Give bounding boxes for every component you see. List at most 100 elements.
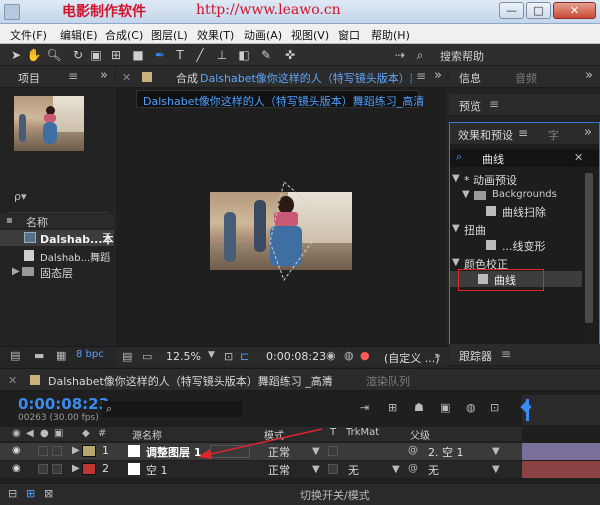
solo-toggle[interactable]: [38, 464, 48, 474]
lock-toggle[interactable]: [52, 464, 62, 474]
collapse-arrow-icon[interactable]: ▼: [462, 189, 470, 200]
lock-toggle[interactable]: [52, 446, 62, 456]
composition-breadcrumb[interactable]: Dalshabet像你这样的人（特写镜头版本）舞蹈练习_高清: [136, 90, 424, 108]
layer-duration-bar[interactable]: [522, 461, 600, 478]
show-snapshot-icon[interactable]: ◍: [344, 349, 354, 362]
close-tab-icon[interactable]: ✕: [122, 71, 131, 84]
project-search-input[interactable]: ρ▾: [14, 190, 27, 203]
column-number[interactable]: #: [98, 428, 106, 439]
label-color-swatch[interactable]: [82, 445, 96, 457]
tree-item[interactable]: ...线变形: [450, 237, 582, 253]
minimize-button[interactable]: —: [499, 2, 524, 19]
menu-view[interactable]: 视图(V): [291, 27, 329, 43]
panel-overflow-icon[interactable]: »: [434, 349, 441, 362]
zoom-select[interactable]: 12.5%: [166, 350, 201, 363]
panel-overflow-icon[interactable]: »: [584, 125, 592, 140]
preserve-transparency-toggle[interactable]: [328, 464, 338, 474]
lock-icon[interactable]: ▣: [54, 428, 63, 439]
transfer-controls-icon[interactable]: ⊞: [26, 487, 35, 500]
clone-stamp-tool-icon[interactable]: ⊥: [214, 47, 230, 63]
scrollbar-thumb[interactable]: [585, 173, 593, 323]
tree-item[interactable]: ▼ * 动画预设: [450, 171, 582, 187]
panel-menu-icon[interactable]: ≡: [518, 126, 528, 140]
layer-parent-select[interactable]: 无: [428, 462, 439, 478]
mask-visibility-icon[interactable]: ⊏: [240, 350, 249, 363]
roto-brush-tool-icon[interactable]: ✎: [258, 47, 274, 63]
motion-blur-icon[interactable]: ◍: [466, 401, 476, 414]
label-color-swatch[interactable]: [82, 463, 96, 475]
safe-margins-icon[interactable]: ⊡: [224, 350, 233, 363]
menu-layer[interactable]: 图层(L): [151, 27, 188, 43]
frame-blending-icon[interactable]: ▣: [440, 401, 450, 414]
column-t[interactable]: T: [330, 427, 336, 438]
hand-tool-icon[interactable]: ✋: [26, 47, 42, 63]
camera-tool-icon[interactable]: ▣: [88, 47, 104, 63]
composition-viewer[interactable]: [210, 181, 352, 282]
layer-trkmat-select[interactable]: 无: [348, 462, 359, 478]
in-out-icon[interactable]: ⊠: [44, 487, 53, 500]
chevron-down-icon[interactable]: ▼: [492, 446, 500, 457]
draft-3d-icon[interactable]: ⊞: [388, 401, 397, 414]
eye-icon[interactable]: ◉: [12, 463, 21, 474]
tab-tracker[interactable]: 跟踪器: [459, 348, 492, 364]
eye-icon[interactable]: ◉: [12, 445, 21, 456]
new-comp-icon[interactable]: ▦: [56, 349, 66, 362]
layer-row[interactable]: ◉ ▶ 2 空 1 正常 ▼ 无 ▼ @ 无 ▼: [0, 461, 522, 478]
tab-composition[interactable]: Dalshabet像你这样的人（特写镜头版本）舞蹈: [200, 70, 412, 86]
puppet-tool-icon[interactable]: ✜: [282, 47, 298, 63]
panel-menu-icon[interactable]: ≡: [68, 69, 78, 83]
chevron-down-icon[interactable]: ▼: [208, 350, 215, 360]
expand-arrow-icon[interactable]: ▶: [72, 463, 80, 474]
panel-menu-icon[interactable]: ≡: [416, 69, 426, 83]
column-parent[interactable]: 父级: [410, 427, 430, 442]
close-button[interactable]: ✕: [553, 2, 596, 19]
effects-scrollbar[interactable]: [584, 171, 594, 347]
menu-window[interactable]: 窗口: [338, 27, 360, 43]
rectangle-tool-icon[interactable]: ■: [130, 47, 146, 63]
rotate-tool-icon[interactable]: ↻: [70, 47, 86, 63]
project-item[interactable]: Dalshab...舞蹈: [0, 247, 114, 264]
expand-arrow-icon[interactable]: ▶: [12, 266, 20, 277]
expand-layer-switches-icon[interactable]: ⊟: [8, 487, 17, 500]
layer-name[interactable]: 空 1: [146, 462, 168, 478]
layer-mode-select[interactable]: 正常: [268, 462, 290, 478]
zoom-tool-icon[interactable]: 🔍︎: [46, 47, 62, 63]
panel-overflow-icon[interactable]: »: [585, 68, 593, 83]
new-folder-icon[interactable]: ▬: [34, 349, 44, 362]
tab-effects-presets[interactable]: 效果和预设: [458, 127, 513, 143]
project-item[interactable]: Dalshab...本 ⊤: [0, 230, 114, 246]
menu-file[interactable]: 文件(F): [10, 27, 47, 43]
tree-item[interactable]: ▼ 扭曲: [450, 221, 582, 237]
timeline-search[interactable]: ⌕: [102, 401, 242, 417]
column-name[interactable]: 名称: [26, 214, 48, 230]
tab-character[interactable]: 字: [548, 127, 559, 143]
search-help-label[interactable]: 搜索帮助: [440, 48, 484, 64]
column-trkmat[interactable]: TrkMat: [346, 427, 379, 438]
tab-preview[interactable]: 预览: [459, 98, 481, 114]
pen-tool-icon[interactable]: ✒: [152, 47, 168, 63]
tab-timeline-comp[interactable]: Dalshabet像你这样的人（特写镜头版本）舞蹈练习 _高清: [48, 373, 333, 389]
clear-search-icon[interactable]: ✕: [574, 151, 583, 164]
comp-mini-flowchart-icon[interactable]: ⇥: [360, 401, 369, 414]
tab-render-queue[interactable]: 渲染队列: [366, 373, 410, 389]
bit-depth-label[interactable]: 8 bpc: [76, 349, 104, 360]
type-tool-icon[interactable]: T: [172, 47, 188, 63]
resolution-select[interactable]: (自定义 ...): [384, 350, 440, 366]
lock-icon[interactable]: [142, 72, 152, 82]
tab-composition-prefix[interactable]: 合成: [176, 70, 198, 86]
project-item[interactable]: ▶ 固态层: [0, 264, 114, 280]
menu-help[interactable]: 帮助(H): [371, 27, 410, 43]
menu-effect[interactable]: 效果(T): [197, 27, 234, 43]
flowchart-icon[interactable]: ⊤: [102, 231, 112, 244]
channel-rgb-icon[interactable]: ●: [360, 349, 370, 362]
monitor-icon[interactable]: ▭: [142, 350, 152, 363]
always-preview-icon[interactable]: ▤: [122, 350, 132, 363]
effects-search-field[interactable]: ⌕ 曲线 ✕: [450, 149, 599, 167]
playhead-marker-icon[interactable]: [520, 401, 532, 413]
graph-editor-icon[interactable]: ⊡: [490, 401, 499, 414]
shy-layers-icon[interactable]: ☗: [414, 401, 424, 414]
tree-item[interactable]: ▼ Backgrounds: [450, 187, 582, 203]
menu-composition[interactable]: 合成(C): [105, 27, 143, 43]
collapse-arrow-icon[interactable]: ▼: [452, 173, 460, 184]
pickwhip-icon[interactable]: @: [408, 463, 418, 474]
